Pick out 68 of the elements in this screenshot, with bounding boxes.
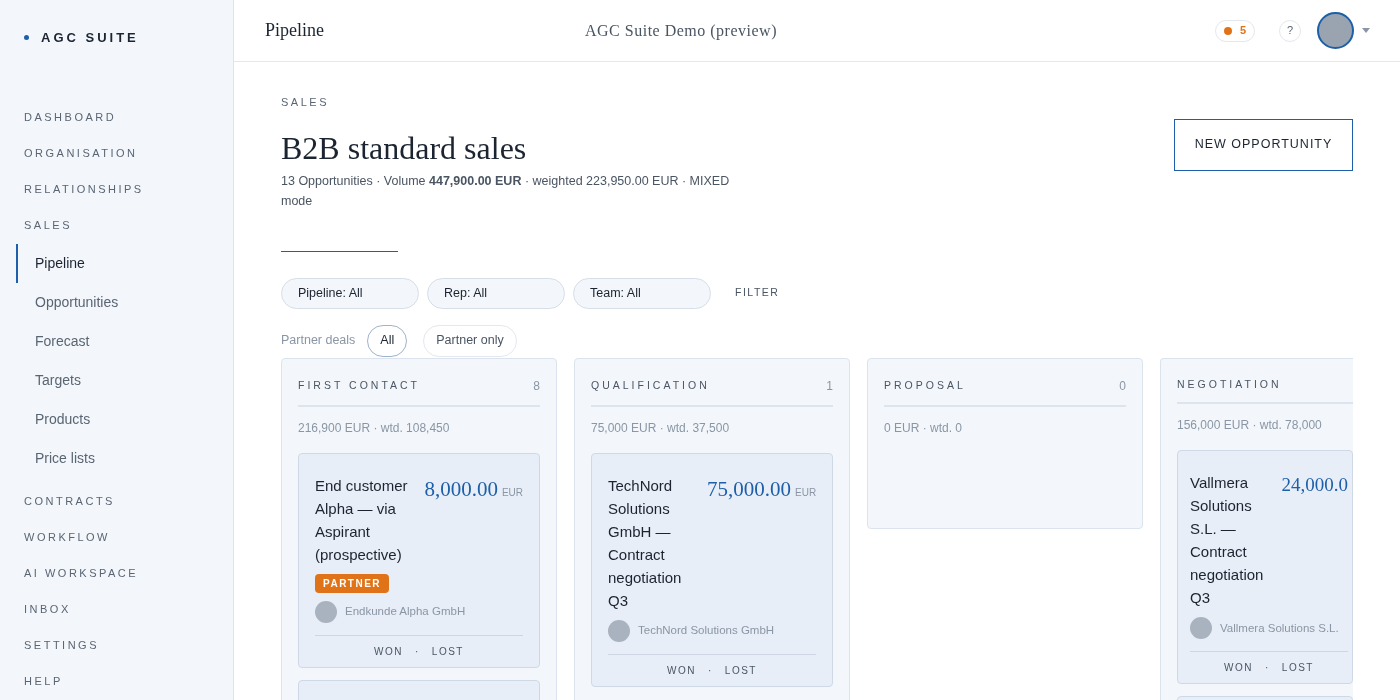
- separator-dot: ·: [708, 663, 713, 678]
- amount: 24,000.0: [1281, 473, 1348, 498]
- heading: B2B standard sales: [281, 128, 528, 167]
- filter-dropdown[interactable]: Pipeline: All: [281, 277, 419, 309]
- amount: 75,000.00: [707, 475, 791, 503]
- column-title: PROPOSAL: [884, 377, 966, 393]
- opportunity-card[interactable]: End customer Alpha — via Aspirant (prospective) PARTNER 8,000.00 EUR Endkunde Alpha GmbH WON · LOST: [298, 452, 540, 668]
- opportunity-title: TechNord Solutions GmbH — Contract negotiation Q3: [608, 475, 683, 611]
- lost-link[interactable]: LOST: [431, 643, 464, 659]
- app-title: AGC Suite Demo (preview): [585, 20, 778, 42]
- column-count: 1: [826, 377, 833, 395]
- column-title: QUALIFICATION: [591, 377, 710, 393]
- column-title: NEGOTIATION: [1177, 376, 1282, 392]
- avatar-placeholder: [315, 600, 337, 623]
- opportunity-card[interactable]: TechNord Solutions GmbH — Contract negotiation Q3 75,000.00 EUR TechNord Solutions GmbH WON · LOST: [591, 452, 833, 687]
- partner-deals-label: Partner deals: [281, 332, 356, 350]
- nav-section[interactable]: DASHBOARD: [24, 99, 233, 136]
- opportunity-title: Vallmera Solutions S.L. — Contract negotiation Q3: [1190, 473, 1265, 609]
- column-title: FIRST CONTACT: [298, 377, 421, 393]
- new-opportunity-button[interactable]: NEW OPPORTUNITY: [1174, 118, 1353, 171]
- opportunity-title: End customer Alpha — via Aspirant (prospective): [315, 475, 409, 565]
- currency: EUR: [795, 485, 817, 500]
- account-name: Endkunde Alpha GmbH: [345, 603, 466, 619]
- column-totals: 156,000 EUR · wtd. 78,000: [1177, 417, 1323, 435]
- summary-text: 13 Opportunities · Volume 447,900.00 EUR · weighted 223,950.00 EUR · MIXED mode: [281, 172, 731, 210]
- won-link[interactable]: WON: [667, 662, 696, 678]
- nav-section[interactable]: SALES: [24, 207, 233, 244]
- account-name: Vallmera Solutions S.L.: [1220, 620, 1339, 636]
- breadcrumb: SALES: [281, 95, 330, 110]
- nav-item[interactable]: Targets: [16, 360, 233, 400]
- column-totals: 0 EUR · wtd. 0: [884, 419, 964, 437]
- nav-section[interactable]: CONTRACTS: [24, 483, 233, 520]
- nav-section[interactable]: SETTINGS: [24, 627, 233, 664]
- separator-dot: ·: [415, 644, 420, 659]
- filter-button[interactable]: FILTER: [735, 285, 780, 301]
- lost-link[interactable]: LOST: [1281, 660, 1314, 676]
- nav-item[interactable]: Forecast: [16, 321, 233, 361]
- caret-icon[interactable]: [1362, 28, 1370, 33]
- page-title: Pipeline: [265, 19, 325, 42]
- separator-dot: ·: [1265, 661, 1270, 676]
- lost-link[interactable]: LOST: [724, 662, 757, 678]
- account-name: TechNord Solutions GmbH: [638, 622, 775, 638]
- user-avatar[interactable]: [1317, 12, 1354, 49]
- avatar-placeholder: [608, 619, 630, 642]
- opportunity-card[interactable]: Vallmera Solutions S.L. — Contract negotiation Q3 24,000.0 Vallmera Solutions S.L. WON · LOST: [1177, 450, 1353, 685]
- avatar-placeholder: [1190, 617, 1212, 640]
- nav-section[interactable]: RELATIONSHIPS: [24, 171, 233, 208]
- column-totals: 216,900 EUR · wtd. 108,450: [298, 419, 451, 437]
- nav-section[interactable]: HELP: [24, 663, 233, 700]
- nav-section[interactable]: INBOX: [24, 591, 233, 628]
- column-count: 0: [1119, 377, 1126, 395]
- nav-section[interactable]: WORKFLOW: [24, 519, 233, 556]
- nav-item[interactable]: Products: [16, 399, 233, 439]
- nav-section[interactable]: ORGANISATION: [24, 135, 233, 172]
- brand-logo: AGC SUITE: [41, 29, 139, 47]
- currency: EUR: [501, 485, 523, 500]
- column-totals: 75,000 EUR · wtd. 37,500: [591, 419, 731, 437]
- won-link[interactable]: WON: [374, 643, 403, 659]
- partner-badge: PARTNER: [315, 573, 390, 593]
- amount: 8,000.00: [424, 475, 498, 503]
- won-link[interactable]: WON: [1224, 660, 1253, 676]
- nav-item[interactable]: Pipeline: [16, 243, 233, 283]
- column-count: 8: [533, 377, 540, 395]
- filter-dropdown[interactable]: Rep: All: [427, 277, 565, 309]
- nav-section[interactable]: AI WORKSPACE: [24, 555, 233, 592]
- nav-item[interactable]: Price lists: [16, 438, 233, 478]
- filter-dropdown[interactable]: Team: All: [573, 277, 711, 309]
- nav-item[interactable]: Opportunities: [16, 282, 233, 322]
